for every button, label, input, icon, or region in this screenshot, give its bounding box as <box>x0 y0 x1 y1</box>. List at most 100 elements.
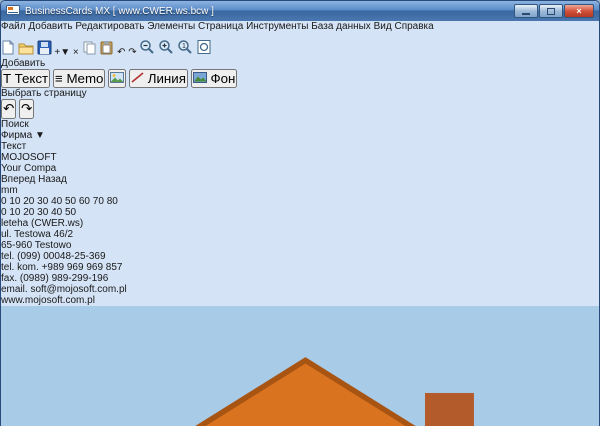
save-button[interactable] <box>37 47 55 58</box>
card-address-line: fax. (0989) 989-299-196 <box>1 273 599 284</box>
memo-tool-icon: ≡ <box>55 71 63 86</box>
menu-page[interactable]: Страница <box>198 21 243 32</box>
center-area: Вперед Назад mm 0 10 20 30 40 50 60 70 8… <box>1 174 599 426</box>
undo-icon: ↶ <box>117 47 125 58</box>
card-house-photo[interactable] <box>1 306 599 426</box>
zoom-actual-button[interactable]: 1 <box>177 47 196 58</box>
search-field-value: Фирма <box>1 130 32 141</box>
add-background-label: Фон <box>210 71 235 86</box>
ruler-tick: 0 <box>1 196 7 207</box>
zoom-out-button[interactable] <box>139 47 158 58</box>
add-line-label: Линия <box>148 71 186 86</box>
main-area: Добавить T Текст ≡ Memo Линия Фон Выбрат… <box>1 58 599 426</box>
page-back-icon: ↶ <box>3 101 14 116</box>
close-button[interactable]: × <box>564 4 594 18</box>
tab-back[interactable]: Назад <box>38 174 67 185</box>
menu-edit[interactable]: Редактировать <box>75 21 144 32</box>
menu-tools[interactable]: Инструменты <box>246 21 308 32</box>
add-text-button[interactable]: T Текст <box>1 69 50 88</box>
menu-view[interactable]: Вид <box>374 21 392 32</box>
combobox-dropdown-button[interactable]: ▼ <box>35 130 45 141</box>
horizontal-ruler: 0 10 20 30 40 50 60 70 80 <box>1 196 599 207</box>
window-controls: × <box>514 4 594 18</box>
open-file-button[interactable] <box>18 47 37 58</box>
ruler-tick: 30 <box>37 196 48 207</box>
card-address-line: email. soft@mojosoft.com.pl <box>1 284 599 295</box>
menu-elements[interactable]: Элементы <box>147 21 195 32</box>
design-surface[interactable]: leteha (CWER.ws) ul. Testowa 46/2 65-960… <box>1 218 599 426</box>
ruler-tick: 60 <box>79 196 90 207</box>
add-section-label: Добавить <box>1 58 599 69</box>
copy-button[interactable] <box>82 47 100 58</box>
new-document-icon <box>1 40 15 55</box>
zoom-fit-icon <box>196 39 212 55</box>
menu-file[interactable]: Файл <box>1 21 26 32</box>
text-list-label: Текст <box>1 141 599 152</box>
left-panel: Добавить T Текст ≡ Memo Линия Фон Выбрат… <box>1 58 599 174</box>
card-address-line: 65-960 Testowo <box>1 240 599 251</box>
list-item[interactable]: Your Compa <box>1 163 599 174</box>
maximize-icon <box>547 8 555 15</box>
ruler-tick: 70 <box>93 196 104 207</box>
close-icon: × <box>576 7 581 16</box>
page-side-tabs: Вперед Назад <box>1 174 599 185</box>
ruler-tick: 40 <box>51 207 62 218</box>
background-tool-icon <box>193 72 207 83</box>
paste-button[interactable] <box>99 47 117 58</box>
card-address-block[interactable]: ul. Testowa 46/2 65-960 Testowo tel. (09… <box>1 229 599 306</box>
minimize-button[interactable] <box>514 4 538 18</box>
ruler-tick: 20 <box>23 196 34 207</box>
add-element-button[interactable]: +▼ <box>54 47 73 58</box>
save-disk-icon <box>37 40 52 55</box>
app-icon <box>6 4 20 19</box>
page-forward-icon: ↷ <box>21 101 32 116</box>
add-image-button[interactable] <box>108 69 126 88</box>
new-document-button[interactable] <box>1 47 18 58</box>
toolbar: +▼ × ↶ ↷ 1 <box>1 39 599 58</box>
ruler-unit-label: mm <box>1 185 599 196</box>
app-window: BusinessCards MX [ www.CWER.ws.bcw ] × Ф… <box>0 0 600 426</box>
card-address-line: tel. (099) 00048-25-369 <box>1 251 599 262</box>
list-item[interactable]: MOJOSOFT <box>1 152 599 163</box>
tab-front[interactable]: Вперед <box>1 174 35 185</box>
undo-button[interactable]: ↶ <box>117 47 128 58</box>
design-canvas: mm 0 10 20 30 40 50 60 70 80 0 10 20 30 <box>1 185 599 426</box>
zoom-fit-button[interactable] <box>196 47 212 58</box>
add-background-button[interactable]: Фон <box>191 69 238 88</box>
card-address-line: www.mojosoft.com.pl <box>1 295 599 306</box>
dropdown-arrow-icon: ▼ <box>60 47 70 58</box>
page-arrows: ↶ ↷ <box>1 99 599 119</box>
ruler-tick: 10 <box>9 196 20 207</box>
ruler-tick: 30 <box>37 207 48 218</box>
line-tool-icon <box>131 72 144 83</box>
card-name-text[interactable]: leteha (CWER.ws) <box>1 218 599 229</box>
ruler-tick: 10 <box>9 207 20 218</box>
maximize-button[interactable] <box>539 4 563 18</box>
zoom-in-icon <box>158 39 174 55</box>
window-title: BusinessCards MX [ www.CWER.ws.bcw ] <box>25 6 509 17</box>
zoom-group: 1 <box>139 47 211 58</box>
zoom-in-button[interactable] <box>158 47 177 58</box>
menubar: Файл Добавить Редактировать Элементы Стр… <box>1 21 599 39</box>
page-back-button[interactable]: ↶ <box>1 99 16 119</box>
business-card-preview[interactable]: leteha (CWER.ws) ul. Testowa 46/2 65-960… <box>1 218 599 426</box>
titlebar[interactable]: BusinessCards MX [ www.CWER.ws.bcw ] × <box>1 1 599 21</box>
ruler-tick: 50 <box>65 196 76 207</box>
add-line-button[interactable]: Линия <box>129 69 188 88</box>
ruler-tick: 80 <box>107 196 118 207</box>
menu-help[interactable]: Справка <box>394 21 433 32</box>
redo-button[interactable]: ↷ <box>128 47 139 58</box>
search-results-list[interactable]: MOJOSOFT Your Compa <box>1 152 599 174</box>
delete-element-button[interactable]: × <box>73 47 82 58</box>
page-forward-button[interactable]: ↷ <box>19 99 34 119</box>
menu-add[interactable]: Добавить <box>28 21 72 32</box>
ruler-tick: 20 <box>23 207 34 218</box>
zoom-out-icon <box>139 39 155 55</box>
menu-database[interactable]: База данных <box>311 21 371 32</box>
dropdown-arrow-icon: ▼ <box>35 130 45 141</box>
copy-icon <box>82 40 97 55</box>
text-tool-icon: T <box>3 71 11 86</box>
add-memo-button[interactable]: ≡ Memo <box>53 69 106 88</box>
open-folder-icon <box>18 41 34 55</box>
search-field-combobox[interactable]: Фирма ▼ <box>1 130 599 141</box>
